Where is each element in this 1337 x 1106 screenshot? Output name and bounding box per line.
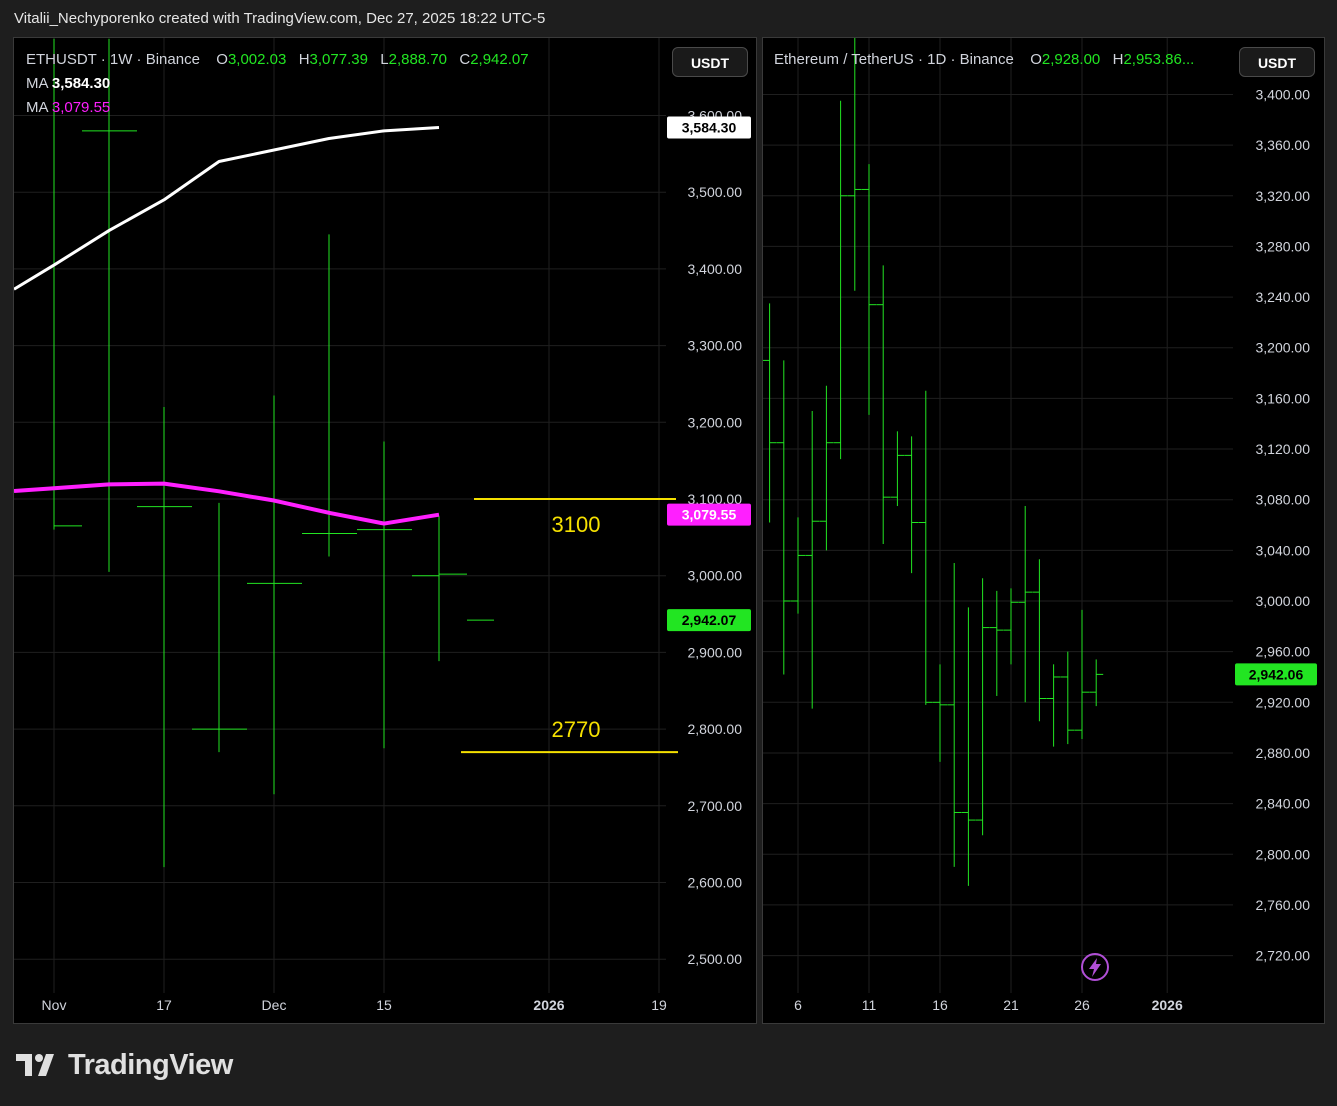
weekly-legend: ETHUSDT · 1W · Binance O3,002.03 H3,077.… (26, 48, 529, 120)
daily-symbol: Ethereum / TetherUS · 1D · Binance (774, 51, 1014, 68)
y-tick-label: 3,000.00 (1256, 593, 1311, 609)
daily-legend: Ethereum / TetherUS · 1D · Binance O2,92… (774, 48, 1194, 72)
y-tick-label: 2,960.00 (1256, 644, 1311, 660)
low-label: L (380, 51, 389, 68)
x-tick-label: 15 (376, 997, 392, 1013)
daily-high-label: H (1112, 51, 1124, 68)
x-tick-label: 16 (932, 997, 948, 1013)
footer-brand: TradingView (16, 1048, 233, 1082)
x-tick-label: 11 (862, 997, 877, 1013)
y-tick-label: 3,400.00 (1256, 86, 1311, 102)
tradingview-logo-icon (16, 1054, 54, 1076)
y-tick-label: 2,840.00 (1256, 796, 1311, 812)
weekly-symbol: ETHUSDT · 1W · Binance (26, 51, 200, 68)
last-price-tag: 2,942.07 (682, 612, 737, 628)
ma2-price-tag: 3,079.55 (682, 507, 737, 523)
x-tick-label: 6 (794, 997, 802, 1013)
y-tick-label: 2,760.00 (1256, 897, 1311, 913)
weekly-chart-canvas[interactable]: 3,600.003,500.003,400.003,300.003,200.00… (14, 38, 756, 1023)
y-tick-label: 3,240.00 (1256, 289, 1311, 305)
x-tick-label: 26 (1074, 997, 1090, 1013)
ma-long-line (14, 126, 440, 291)
y-tick-label: 2,800.00 (1256, 846, 1311, 862)
y-tick-label: 3,160.00 (1256, 390, 1311, 406)
daily-chart-panel[interactable]: 3,400.00 3,360.00 3,320.00 3,280.00 3,240.00… (762, 37, 1325, 1024)
level-label-3100: 3100 (552, 512, 601, 537)
y-tick-label: 3,200.00 (688, 414, 743, 430)
x-tick-label: 17 (156, 997, 172, 1013)
ma1-price-tag: 3,584.30 (682, 120, 737, 136)
y-tick-label: 3,500.00 (688, 184, 743, 200)
daily-open-label: O (1030, 51, 1042, 68)
y-tick-label: 2,720.00 (1256, 948, 1311, 964)
y-tick-label: 3,400.00 (688, 261, 743, 277)
daily-chart-canvas[interactable]: 3,400.00 3,360.00 3,320.00 3,280.00 3,240.00… (763, 38, 1324, 1023)
open-value: 3,002.03 (227, 51, 287, 68)
currency-unit-button[interactable]: USDT (672, 47, 748, 77)
daily-high-value: 2,953.86... (1123, 51, 1195, 68)
ma-short-line (14, 481, 440, 526)
daily-currency-unit-button[interactable]: USDT (1239, 47, 1315, 77)
close-value: 2,942.07 (470, 51, 529, 68)
high-value: 3,077.39 (309, 51, 368, 68)
y-tick-label: 3,080.00 (1256, 492, 1311, 508)
brand-name: TradingView (68, 1048, 233, 1081)
ma1-label: MA (26, 75, 48, 92)
y-tick-label: 3,120.00 (1256, 441, 1311, 457)
daily-open-value: 2,928.00 (1041, 51, 1101, 68)
y-tick-label: 3,000.00 (688, 568, 743, 584)
open-label: O (216, 51, 228, 68)
y-tick-label: 2,500.00 (688, 951, 743, 967)
y-tick-label: 3,280.00 (1256, 238, 1311, 254)
x-tick-label: 21 (1003, 997, 1019, 1013)
close-label: C (459, 51, 471, 68)
x-tick-label: Nov (42, 997, 67, 1013)
y-tick-label: 2,800.00 (688, 721, 743, 737)
level-label-2770: 2770 (552, 717, 601, 742)
ma1-value: 3,584.30 (51, 75, 111, 92)
weekly-chart-panel[interactable]: 3,600.00 3,500.00 3,400.00 3,300.00 3,200.00… (13, 37, 757, 1024)
y-tick-label: 3,360.00 (1256, 137, 1311, 153)
lightning-icon (1081, 953, 1109, 981)
x-tick-label: Dec (262, 997, 287, 1013)
chart-attribution: Vitalii_Nechyporenko created with Tradin… (14, 10, 546, 27)
x-tick-label: 2026 (533, 997, 564, 1013)
low-value: 2,888.70 (388, 51, 447, 68)
ma2-value: 3,079.55 (51, 99, 111, 116)
y-tick-label: 2,880.00 (1256, 745, 1311, 761)
y-tick-label: 2,600.00 (688, 875, 743, 891)
y-tick-label: 2,920.00 (1256, 694, 1311, 710)
daily-last-price-tag: 2,942.06 (1249, 666, 1304, 682)
y-tick-label: 2,700.00 (688, 798, 743, 814)
y-tick-label: 3,300.00 (688, 338, 743, 354)
high-label: H (298, 51, 310, 68)
y-tick-label: 3,040.00 (1256, 542, 1311, 558)
y-tick-label: 3,320.00 (1256, 188, 1311, 204)
lightning-icon-bolt (1089, 958, 1101, 977)
x-tick-label: 2026 (1152, 997, 1183, 1013)
y-tick-label: 2,900.00 (688, 644, 743, 660)
y-tick-label: 3,200.00 (1256, 340, 1311, 356)
ma2-label: MA (26, 99, 48, 116)
x-tick-label: 19 (651, 997, 667, 1013)
